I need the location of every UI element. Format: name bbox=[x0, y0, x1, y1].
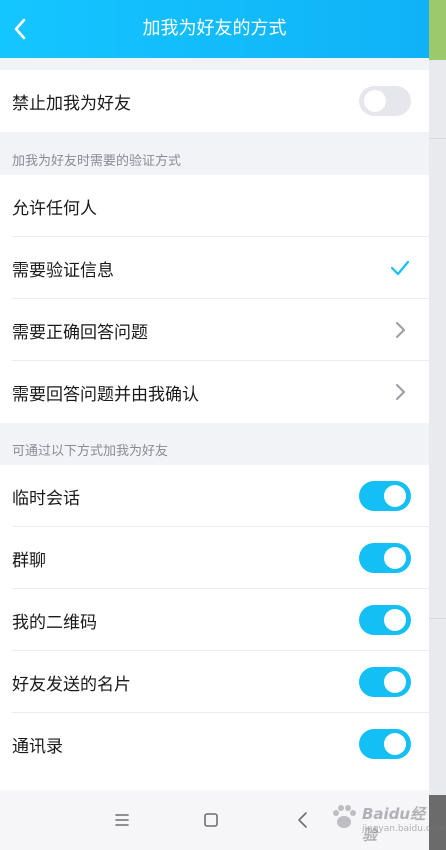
source-contacts-toggle[interactable] bbox=[359, 729, 411, 759]
verify-option-answer-question[interactable]: 需要正确回答问题 bbox=[0, 299, 429, 361]
background-app-header bbox=[429, 0, 446, 60]
verify-option-label: 允许任何人 bbox=[12, 198, 97, 219]
verify-option-need-info[interactable]: 需要验证信息 bbox=[0, 237, 429, 299]
source-label: 临时会话 bbox=[12, 488, 80, 509]
source-qrcode-toggle[interactable] bbox=[359, 605, 411, 635]
verify-option-answer-and-confirm[interactable]: 需要回答问题并由我确认 bbox=[0, 361, 429, 423]
title-bar: 加我为好友的方式 bbox=[0, 0, 429, 58]
source-qrcode-row[interactable]: 我的二维码 bbox=[0, 589, 429, 651]
sources-section-label: 可通过以下方式加我为好友 bbox=[12, 444, 169, 459]
source-label: 我的二维码 bbox=[12, 612, 97, 633]
screen: 加我为好友的方式 禁止加我为好友 加我为好友时需要的验证方式 允许任何人 需要验… bbox=[0, 0, 429, 850]
source-label: 通讯录 bbox=[12, 736, 63, 757]
source-business-card-row[interactable]: 好友发送的名片 bbox=[0, 651, 429, 713]
background-photo bbox=[429, 795, 446, 850]
verify-option-label: 需要正确回答问题 bbox=[12, 322, 148, 343]
source-temp-chat-toggle[interactable] bbox=[359, 481, 411, 511]
block-friend-row[interactable]: 禁止加我为好友 bbox=[0, 70, 429, 132]
background-divider bbox=[429, 138, 446, 139]
watermark-subtext: jingyan.baidu.com bbox=[362, 824, 446, 834]
source-temp-chat-row[interactable]: 临时会话 bbox=[0, 465, 429, 527]
paw-icon bbox=[333, 805, 356, 828]
source-label: 群聊 bbox=[12, 550, 46, 571]
source-label: 好友发送的名片 bbox=[12, 674, 131, 695]
verification-section-label: 加我为好友时需要的验证方式 bbox=[12, 154, 182, 169]
background-app-strip bbox=[429, 0, 446, 850]
background-divider bbox=[429, 618, 446, 619]
home-square-icon[interactable] bbox=[199, 808, 223, 832]
source-group-chat-toggle[interactable] bbox=[359, 543, 411, 573]
block-friend-toggle[interactable] bbox=[359, 86, 411, 116]
toggle-knob bbox=[384, 671, 406, 693]
back-triangle-icon[interactable] bbox=[291, 808, 315, 832]
source-group-chat-row[interactable]: 群聊 bbox=[0, 527, 429, 589]
source-business-card-toggle[interactable] bbox=[359, 667, 411, 697]
next-row-partial bbox=[0, 775, 429, 790]
block-friend-label: 禁止加我为好友 bbox=[12, 93, 131, 114]
toggle-knob bbox=[384, 733, 406, 755]
verify-option-allow-anyone[interactable]: 允许任何人 bbox=[0, 175, 429, 237]
toggle-knob bbox=[384, 485, 406, 507]
source-contacts-row[interactable]: 通讯录 bbox=[0, 713, 429, 775]
check-icon bbox=[390, 260, 410, 276]
menu-icon[interactable] bbox=[110, 808, 134, 832]
verify-option-label: 需要验证信息 bbox=[12, 260, 114, 281]
baidu-watermark: Baidu经验 jingyan.baidu.com bbox=[326, 795, 445, 844]
page-title: 加我为好友的方式 bbox=[142, 18, 287, 39]
toggle-knob bbox=[384, 609, 406, 631]
toggle-knob bbox=[364, 90, 386, 112]
toggle-knob bbox=[384, 547, 406, 569]
chevron-right-icon bbox=[396, 384, 405, 400]
verify-option-label: 需要回答问题并由我确认 bbox=[12, 384, 199, 405]
chevron-right-icon bbox=[396, 322, 405, 338]
